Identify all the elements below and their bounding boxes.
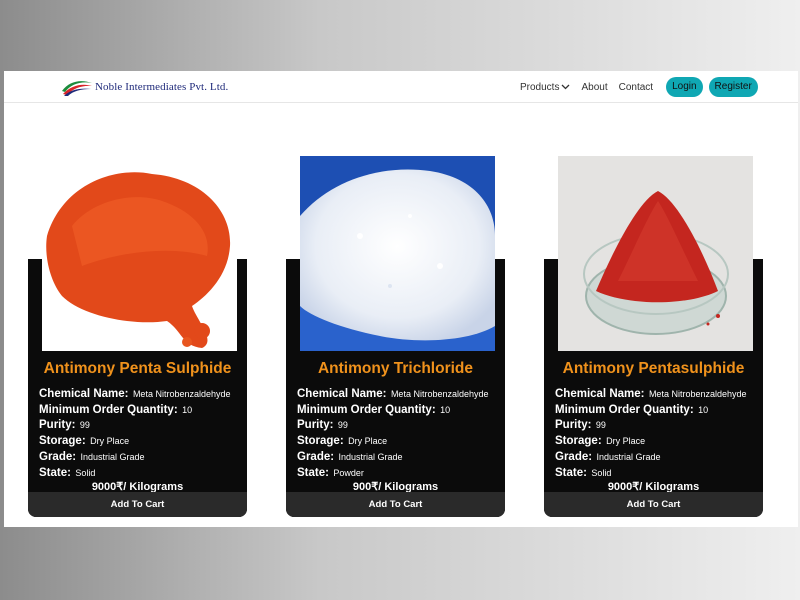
- page-frame: Noble Intermediates Pvt. Ltd. Products A…: [4, 71, 798, 527]
- nav-links: Products About Contact Login Register: [520, 77, 758, 97]
- spec-grade: Grade: Industrial Grade: [297, 449, 489, 465]
- spec-value: 10: [182, 404, 193, 415]
- spec-moq: Minimum Order Quantity: 10: [555, 402, 747, 418]
- nav-products-label: Products: [520, 81, 560, 93]
- product-title[interactable]: Antimony Pentasulphide: [544, 360, 763, 378]
- product-image[interactable]: [42, 156, 237, 351]
- spec-chemical-name: Chemical Name: Meta Nitrobenzaldehyde: [555, 386, 747, 402]
- spec-key: Storage:: [39, 435, 86, 448]
- spec-chemical-name: Chemical Name: Meta Nitrobenzaldehyde: [297, 386, 489, 402]
- spec-key: Grade:: [297, 450, 335, 463]
- spec-value: Dry Place: [606, 436, 646, 447]
- spec-key: State:: [297, 466, 329, 479]
- spec-value: 99: [595, 420, 606, 431]
- nav-about[interactable]: About: [581, 82, 607, 93]
- spec-value: Industrial Grade: [80, 451, 145, 462]
- spec-value: 10: [698, 404, 709, 415]
- spec-value: Industrial Grade: [596, 451, 661, 462]
- spec-key: Purity:: [555, 419, 592, 432]
- spec-moq: Minimum Order Quantity: 10: [39, 402, 231, 418]
- spec-key: Chemical Name:: [297, 388, 387, 400]
- product-title[interactable]: Antimony Penta Sulphide: [28, 360, 247, 378]
- spec-key: Chemical Name:: [39, 388, 129, 400]
- spec-value: Dry Place: [90, 436, 130, 447]
- spec-value: Solid: [75, 467, 96, 478]
- register-button[interactable]: Register: [708, 77, 758, 97]
- product-image[interactable]: [558, 156, 753, 351]
- spec-chemical-name: Chemical Name: Meta Nitrobenzaldehyde: [39, 386, 231, 402]
- spec-grade: Grade: Industrial Grade: [39, 449, 231, 465]
- nav-products[interactable]: Products: [520, 82, 570, 93]
- spec-key: Grade:: [555, 450, 593, 463]
- spec-key: Chemical Name:: [555, 388, 645, 400]
- spec-value: 99: [337, 420, 348, 431]
- spec-value: 99: [79, 420, 90, 431]
- spec-value: Powder: [333, 467, 364, 478]
- spec-value: Solid: [591, 467, 612, 478]
- spec-storage: Storage: Dry Place: [39, 433, 231, 449]
- spec-key: Minimum Order Quantity:: [39, 403, 178, 416]
- spec-key: State:: [555, 466, 587, 479]
- spec-purity: Purity: 99: [555, 417, 747, 433]
- spec-value: Meta Nitrobenzaldehyde: [390, 389, 489, 399]
- add-to-cart-button[interactable]: Add To Cart: [286, 492, 505, 517]
- spec-purity: Purity: 99: [297, 417, 489, 433]
- swoosh-logo-icon: [62, 81, 92, 96]
- product-specs: Chemical Name: Meta Nitrobenzaldehyde Mi…: [39, 386, 231, 480]
- product-specs: Chemical Name: Meta Nitrobenzaldehyde Mi…: [555, 386, 747, 480]
- spec-value: Meta Nitrobenzaldehyde: [648, 389, 747, 399]
- spec-key: Minimum Order Quantity:: [297, 403, 436, 416]
- spec-key: Minimum Order Quantity:: [555, 403, 694, 416]
- spec-value: Dry Place: [348, 436, 388, 447]
- spec-state: State: Solid: [39, 465, 231, 481]
- product-title[interactable]: Antimony Trichloride: [286, 360, 505, 378]
- spec-key: Storage:: [297, 435, 344, 448]
- spec-key: State:: [39, 466, 71, 479]
- navbar: Noble Intermediates Pvt. Ltd. Products A…: [4, 71, 798, 103]
- add-to-cart-button[interactable]: Add To Cart: [28, 492, 247, 517]
- nav-contact[interactable]: Contact: [619, 82, 653, 93]
- spec-value: Meta Nitrobenzaldehyde: [132, 389, 231, 399]
- spec-state: State: Solid: [555, 465, 747, 481]
- brand-name: Noble Intermediates Pvt. Ltd.: [95, 81, 229, 93]
- product-image[interactable]: [300, 156, 495, 351]
- spec-key: Grade:: [39, 450, 77, 463]
- spec-storage: Storage: Dry Place: [297, 433, 489, 449]
- brand-logo[interactable]: Noble Intermediates Pvt. Ltd.: [61, 76, 228, 98]
- spec-grade: Grade: Industrial Grade: [555, 449, 747, 465]
- product-specs: Chemical Name: Meta Nitrobenzaldehyde Mi…: [297, 386, 489, 480]
- spec-storage: Storage: Dry Place: [555, 433, 747, 449]
- spec-state: State: Powder: [297, 465, 489, 481]
- login-button[interactable]: Login: [666, 77, 703, 97]
- spec-key: Storage:: [555, 435, 602, 448]
- spec-key: Purity:: [39, 419, 76, 432]
- spec-key: Purity:: [297, 419, 334, 432]
- spec-moq: Minimum Order Quantity: 10: [297, 402, 489, 418]
- chevron-down-icon: [562, 84, 570, 90]
- spec-purity: Purity: 99: [39, 417, 231, 433]
- add-to-cart-button[interactable]: Add To Cart: [544, 492, 763, 517]
- spec-value: Industrial Grade: [338, 451, 403, 462]
- spec-value: 10: [440, 404, 451, 415]
